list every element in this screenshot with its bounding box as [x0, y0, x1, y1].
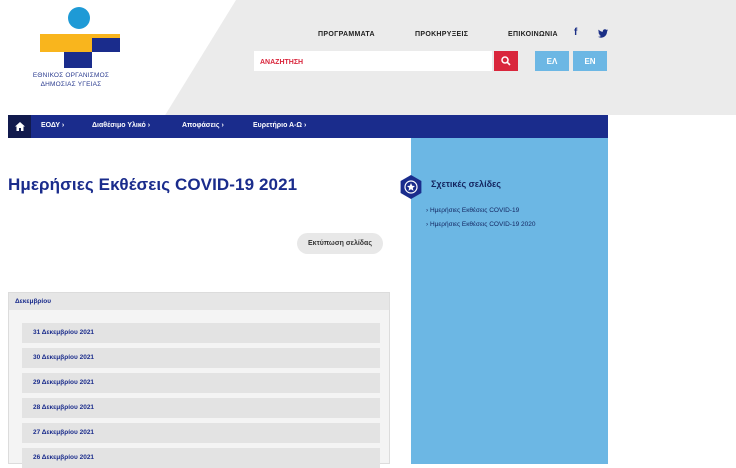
report-link[interactable]: 28 Δεκεμβρίου 2021: [22, 398, 380, 418]
report-link[interactable]: 26 Δεκεμβρίου 2021: [22, 448, 380, 468]
home-button[interactable]: [8, 115, 31, 138]
org-name-line2: ΔΗΜΟΣΙΑΣ ΥΓΕΙΑΣ: [40, 81, 102, 88]
report-link[interactable]: 27 Δεκεμβρίου 2021: [22, 423, 380, 443]
search-button[interactable]: [494, 51, 518, 71]
nav-item-decisions[interactable]: Αποφάσεις ›: [182, 122, 224, 129]
nav-item-index[interactable]: Ευρετήριο Α-Ω ›: [253, 122, 306, 129]
top-link-contact[interactable]: ΕΠΙΚΟΙΝΩΝΙΑ: [508, 31, 558, 38]
search-input[interactable]: [254, 52, 490, 73]
lang-el-button[interactable]: ΕΛ: [535, 51, 569, 71]
top-link-announcements[interactable]: ΠΡΟΚΗΡΥΞΕΙΣ: [415, 31, 468, 38]
print-page-button[interactable]: Εκτύπωση σελίδας: [297, 233, 383, 254]
sidebar-title: Σχετικές σελίδες: [431, 179, 501, 189]
main-navbar: ΕΟΔΥ › Διαθέσιμο Υλικό › Αποφάσεις › Ευρ…: [8, 115, 608, 138]
sidebar-link-covid19[interactable]: › Ημερήσιες Εκθέσεις COVID-19: [426, 207, 519, 214]
report-link[interactable]: 30 Δεκεμβρίου 2021: [22, 348, 380, 368]
lang-en-button[interactable]: EN: [573, 51, 607, 71]
accordion-header-december[interactable]: Δεκεμβρίου: [9, 293, 389, 310]
top-link-programs[interactable]: ΠΡΟΓΡΑΜΜΑΤΑ: [318, 31, 375, 38]
related-pages-icon: [400, 175, 422, 199]
nav-item-material[interactable]: Διαθέσιμο Υλικό ›: [92, 122, 150, 129]
org-name-line1: ΕΘΝΙΚΟΣ ΟΡΓΑΝΙΣΜΟΣ: [32, 72, 110, 79]
search-box: [254, 51, 492, 73]
twitter-icon[interactable]: [598, 29, 608, 38]
page-title: Ημερήσιες Εκθέσεις COVID-19 2021: [8, 175, 298, 194]
sidebar-link-covid19-2020[interactable]: › Ημερήσιες Εκθέσεις COVID-19 2020: [426, 221, 535, 228]
nav-item-eody[interactable]: ΕΟΔΥ ›: [41, 122, 64, 129]
report-link[interactable]: 29 Δεκεμβρίου 2021: [22, 373, 380, 393]
facebook-icon[interactable]: f: [574, 27, 577, 38]
search-icon: [501, 56, 511, 66]
report-link[interactable]: 31 Δεκεμβρίου 2021: [22, 323, 380, 343]
reports-accordion: Δεκεμβρίου 31 Δεκεμβρίου 2021 30 Δεκεμβρ…: [8, 292, 390, 468]
home-icon: [14, 122, 25, 131]
org-name: ΕΘΝΙΚΟΣ ΟΡΓΑΝΙΣΜΟΣ ΔΗΜΟΣΙΑΣ ΥΓΕΙΑΣ: [16, 71, 126, 89]
